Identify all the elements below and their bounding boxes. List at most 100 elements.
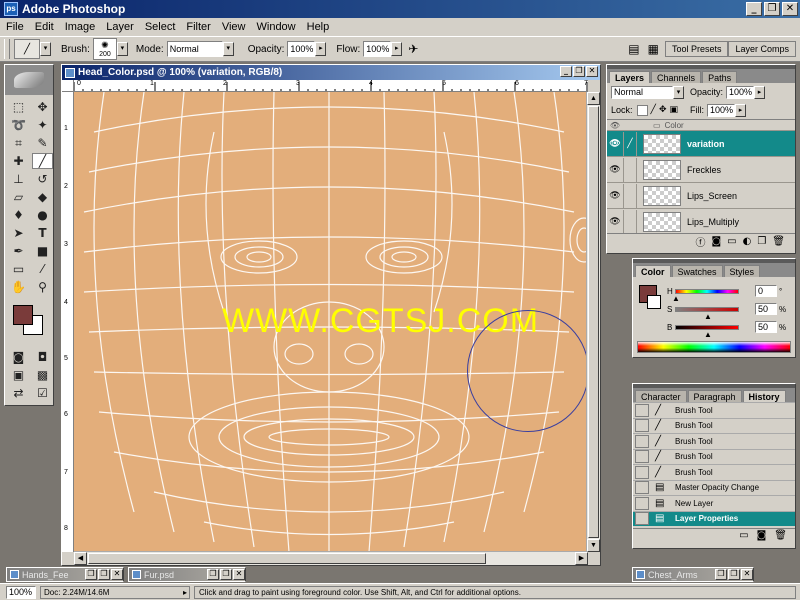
- history-source-checkbox[interactable]: [635, 481, 649, 495]
- menu-select[interactable]: Select: [145, 21, 176, 33]
- blur-tool-icon[interactable]: ♦: [8, 207, 29, 223]
- menu-image[interactable]: Image: [65, 21, 96, 33]
- doc-minimize-button[interactable]: _: [560, 66, 572, 77]
- history-item[interactable]: ╱ Brush Tool: [633, 433, 795, 449]
- scroll-right-arrow-icon[interactable]: ▶: [575, 552, 588, 565]
- history-brush-tool-icon[interactable]: ↺: [32, 171, 53, 187]
- brightness-input[interactable]: 50: [755, 321, 777, 333]
- restore-button[interactable]: ❐: [715, 569, 727, 580]
- tab-color[interactable]: Color: [635, 265, 671, 277]
- layer-fill-dropdown[interactable]: ▸: [735, 103, 746, 117]
- restore-button[interactable]: ❐: [85, 569, 97, 580]
- status-menu-arrow-icon[interactable]: ▸: [183, 588, 187, 597]
- layer-row-lips-screen[interactable]: 👁 Lips_Screen: [607, 182, 795, 208]
- ruler-left[interactable]: 1 2 3 4 5 6 7 8: [62, 92, 74, 552]
- history-item[interactable]: ▤ Master Opacity Change: [633, 479, 795, 496]
- slice-tool-icon[interactable]: ✎: [32, 135, 53, 151]
- history-source-checkbox[interactable]: [635, 465, 649, 479]
- new-set-icon[interactable]: ▭: [727, 236, 736, 247]
- vertical-scrollbar[interactable]: ▲ ▼: [586, 92, 600, 552]
- history-item[interactable]: ╱ Brush Tool: [633, 402, 795, 418]
- new-layer-icon[interactable]: ❐: [757, 236, 766, 247]
- brush-tool-icon[interactable]: ╱: [32, 153, 53, 169]
- canvas[interactable]: WWW.CGTSJ.COM: [74, 92, 588, 552]
- quick-mask-mode-icon[interactable]: ◘: [32, 349, 53, 365]
- history-item-selected[interactable]: ▤ Layer Properties: [633, 510, 795, 526]
- history-item[interactable]: ╱ Brush Tool: [633, 448, 795, 465]
- link-slot[interactable]: [623, 183, 637, 208]
- saturation-input[interactable]: 50: [755, 303, 777, 315]
- path-selection-tool-icon[interactable]: ➤: [8, 225, 29, 241]
- eye-icon[interactable]: 👁: [607, 121, 623, 130]
- close-button[interactable]: ✕: [233, 569, 245, 580]
- brush-dropdown[interactable]: ▾: [116, 42, 128, 56]
- history-item[interactable]: ▤ New Layer: [633, 495, 795, 511]
- magic-wand-tool-icon[interactable]: ✦: [32, 117, 53, 133]
- tab-character[interactable]: Character: [635, 390, 687, 402]
- layer-row-lips-multiply[interactable]: 👁 Lips_Multiply: [607, 208, 795, 233]
- lock-image-icon[interactable]: ╱: [651, 105, 656, 115]
- brush-picker[interactable]: ✺ 200: [92, 38, 117, 60]
- eraser-tool-icon[interactable]: ▱: [8, 189, 29, 205]
- document-titlebar[interactable]: Head_Color.psd @ 100% (variation, RGB/8)…: [62, 65, 600, 80]
- close-button[interactable]: ✕: [111, 569, 123, 580]
- layer-opacity-input[interactable]: 100%: [726, 85, 755, 99]
- restore-button[interactable]: ❐: [207, 569, 219, 580]
- tab-layer-comps[interactable]: Layer Comps: [728, 41, 796, 57]
- color-panel-background-swatch[interactable]: [647, 295, 661, 309]
- foreground-color-swatch[interactable]: [13, 305, 33, 325]
- hue-input[interactable]: 0: [755, 285, 777, 297]
- clone-stamp-tool-icon[interactable]: ⊥: [8, 171, 29, 187]
- eye-icon[interactable]: 👁: [607, 191, 623, 201]
- layer-blend-mode-dropdown[interactable]: ▾: [673, 85, 684, 99]
- tab-paragraph[interactable]: Paragraph: [687, 390, 742, 402]
- doc-close-button[interactable]: ✕: [586, 66, 598, 77]
- layer-row-freckles[interactable]: 👁 Freckles: [607, 156, 795, 182]
- paint-bucket-tool-icon[interactable]: ◆: [32, 189, 53, 205]
- layer-mask-icon[interactable]: ◙: [711, 236, 721, 247]
- brightness-slider-thumb[interactable]: ▲: [704, 330, 712, 339]
- color-ramp[interactable]: [637, 341, 791, 353]
- saturation-slider[interactable]: ▲: [675, 306, 739, 321]
- scroll-up-arrow-icon[interactable]: ▲: [587, 92, 600, 105]
- ruler-top[interactable]: 0 1 2 3 4 5 6 7: [74, 80, 588, 92]
- shape-tool-icon[interactable]: ■: [32, 243, 53, 259]
- airbrush-icon[interactable]: ✈: [408, 42, 418, 56]
- eye-icon[interactable]: 👁: [607, 139, 623, 149]
- menu-help[interactable]: Help: [307, 21, 330, 33]
- new-document-from-state-icon[interactable]: ▭: [739, 530, 748, 541]
- tab-paths[interactable]: Paths: [702, 71, 738, 83]
- menu-window[interactable]: Window: [257, 21, 296, 33]
- full-screen-mode-icon[interactable]: ▩: [32, 367, 53, 383]
- layer-row-variation[interactable]: 👁 ╱ variation: [607, 130, 795, 156]
- lock-transparency-icon[interactable]: [636, 104, 648, 116]
- move-tool-icon[interactable]: ✥: [32, 99, 53, 115]
- notes-tool-icon[interactable]: ▭: [8, 261, 29, 277]
- link-slot[interactable]: [623, 157, 637, 182]
- tool-preset-dropdown[interactable]: ▾: [40, 42, 51, 56]
- minimize-button[interactable]: _: [746, 2, 762, 16]
- maximize-button[interactable]: ❐: [220, 569, 232, 580]
- brightness-slider[interactable]: ▲: [675, 324, 739, 339]
- menu-layer[interactable]: Layer: [106, 21, 134, 33]
- tab-tool-presets[interactable]: Tool Presets: [664, 41, 729, 57]
- flow-input[interactable]: 100%: [363, 41, 392, 57]
- history-source-checkbox[interactable]: [635, 450, 649, 464]
- close-button[interactable]: ✕: [741, 569, 753, 580]
- palette-well-icon[interactable]: ▤: [628, 42, 639, 56]
- minimized-window-hands[interactable]: Hands_Fee ❐ ❐ ✕: [6, 567, 124, 582]
- vertical-scroll-thumb[interactable]: [588, 106, 599, 538]
- flow-dropdown[interactable]: ▸: [391, 42, 403, 56]
- dodge-tool-icon[interactable]: ●: [32, 207, 53, 223]
- type-tool-icon[interactable]: T: [32, 225, 53, 241]
- restore-button[interactable]: ❐: [764, 2, 780, 16]
- maximize-button[interactable]: ❐: [98, 569, 110, 580]
- opacity-dropdown[interactable]: ▸: [315, 42, 327, 56]
- mode-select[interactable]: Normal: [166, 41, 223, 57]
- scroll-down-arrow-icon[interactable]: ▼: [587, 539, 600, 552]
- tab-history[interactable]: History: [742, 390, 786, 402]
- close-button[interactable]: ✕: [782, 2, 798, 16]
- jump-to-imageready-icon[interactable]: ⇄: [8, 385, 29, 401]
- tab-layers[interactable]: Layers: [609, 71, 651, 83]
- layer-group-row[interactable]: 👁 ▭ Color: [607, 120, 795, 130]
